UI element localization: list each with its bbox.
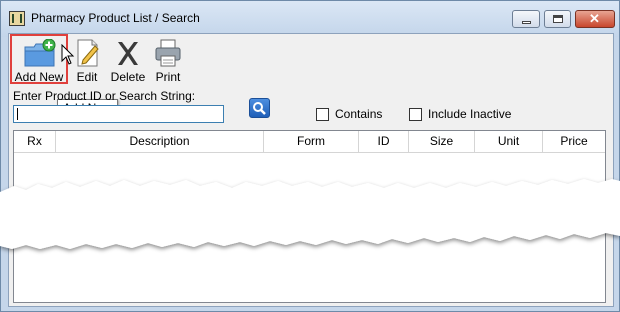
torn-edge-decoration (0, 179, 620, 249)
